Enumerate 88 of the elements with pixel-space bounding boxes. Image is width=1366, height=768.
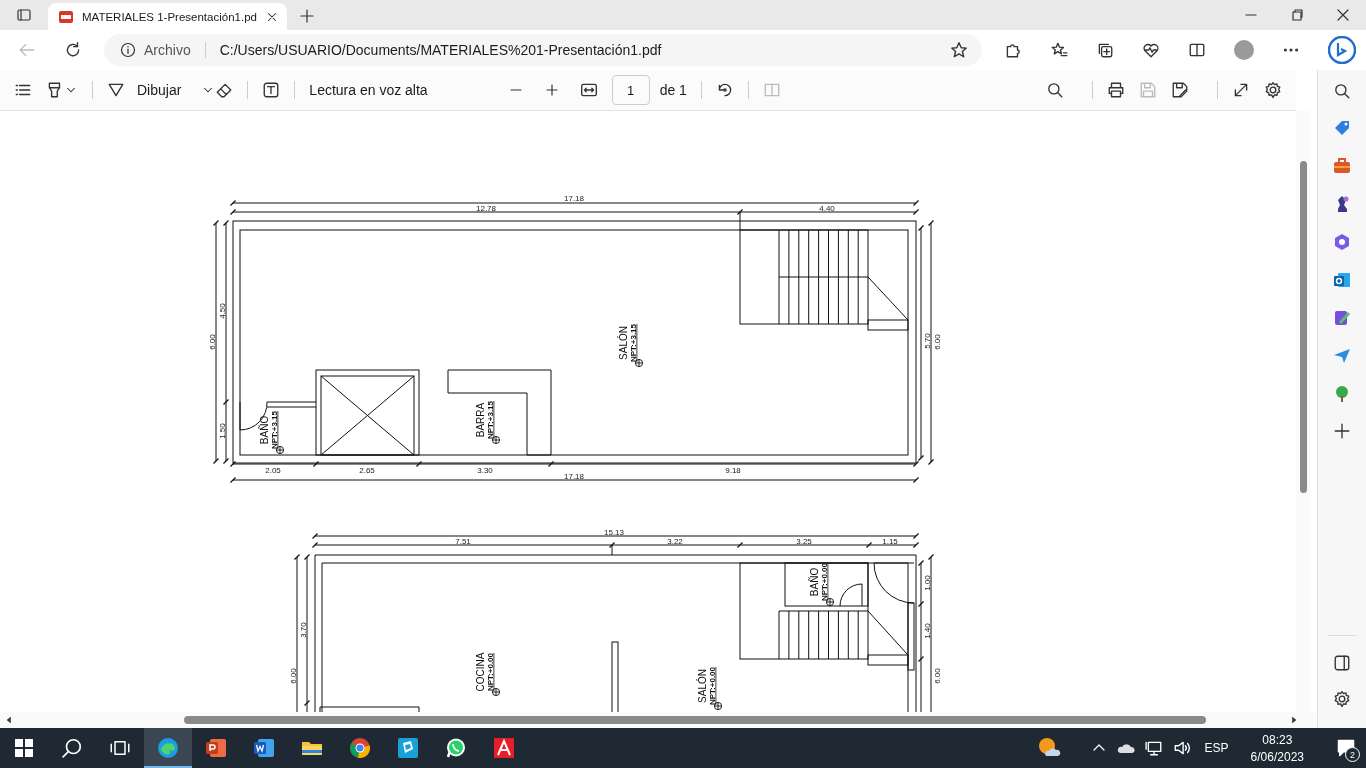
elevation-label: NPT:+0.00 (707, 667, 717, 705)
dimension-label: 9.18 (725, 465, 741, 475)
add-icon[interactable] (1333, 422, 1351, 440)
settings-icon[interactable] (1333, 690, 1351, 708)
sidebar-toggle-icon[interactable] (1333, 654, 1351, 672)
new-tab-icon[interactable] (299, 8, 315, 24)
room-label: BARRA (475, 402, 486, 438)
dimension-label: 12.78 (476, 203, 496, 213)
edge-app-icon[interactable] (144, 728, 192, 768)
mail-app-icon[interactable] (1332, 270, 1352, 290)
dimension-label: 4.40 (819, 203, 835, 213)
cloud-icon[interactable] (1116, 741, 1135, 755)
eraser-icon[interactable] (215, 81, 234, 99)
room-label: SALÓN (618, 326, 629, 360)
dimension-label: 2.05 (265, 465, 281, 475)
network-icon[interactable] (1144, 739, 1163, 757)
profile-avatar[interactable] (1234, 40, 1254, 60)
puzzle-icon[interactable] (1004, 41, 1022, 59)
dimension-label: 6.00 (289, 668, 298, 684)
collections-icon[interactable] (1096, 41, 1114, 59)
pen-icon[interactable] (107, 81, 125, 99)
search-icon[interactable] (1046, 81, 1064, 99)
file-scheme-label: Archivo (144, 42, 191, 58)
refresh-icon[interactable] (64, 41, 82, 59)
dimension-label: 6.00 (208, 334, 217, 350)
dimension-label: 3.30 (477, 465, 493, 475)
hexagon-icon[interactable] (1332, 232, 1352, 252)
pen-tool-icon[interactable] (1332, 308, 1352, 328)
tab-actions-icon[interactable] (16, 7, 32, 23)
language-indicator[interactable]: ESP (1200, 741, 1233, 755)
pdf-file-icon (58, 8, 74, 25)
browser-tab[interactable]: MATERIALES 1-Presentación1.pd (48, 3, 287, 30)
dimension-label: 1.40 (923, 623, 932, 639)
scroll-left-icon[interactable] (4, 715, 14, 725)
clock-time[interactable]: 08:23 (1262, 732, 1293, 747)
dimension-label: 3.25 (796, 536, 812, 546)
fit-width-icon[interactable] (579, 81, 598, 99)
dimension-label: 17.18 (564, 471, 584, 481)
room-label: BAÑO (809, 567, 820, 597)
dimension-label: 1.15 (882, 536, 898, 546)
read-aloud-button[interactable]: Lectura en voz alta (309, 82, 428, 98)
draw-button[interactable]: Dibujar (137, 82, 182, 98)
url-text: C:/Users/USUARIO/Documents/MATERIALES%201-Presentación1.pdf (219, 42, 663, 58)
elevation-label: NPT:+3.15 (628, 324, 638, 362)
settings-icon[interactable] (1264, 81, 1282, 99)
info-icon (120, 42, 136, 58)
scroll-right-icon[interactable] (1289, 715, 1299, 725)
bing-chat-icon[interactable] (1328, 36, 1356, 64)
dimension-label: 2.65 (359, 465, 375, 475)
elevation-label: NPT:+0.00 (485, 653, 495, 691)
star-icon[interactable] (950, 41, 968, 59)
print-icon[interactable] (1107, 81, 1125, 99)
elevation-label: NPT:+3.15 (485, 401, 495, 439)
dimension-label: 4.50 (218, 303, 227, 319)
dimension-label: 7.51 (455, 536, 471, 546)
address-field[interactable]: Archivo C:/Users/USUARIO/Documents/MATERIALES%201-Presentación1.pdf (104, 34, 982, 66)
scrollbar-thumb[interactable] (184, 716, 1206, 724)
task-view-icon[interactable] (110, 738, 130, 758)
elevation-label: NPT:+0.00 (819, 563, 829, 601)
save-as-icon[interactable] (1171, 81, 1189, 99)
dimension-label: 3.70 (299, 622, 308, 638)
page-number-field[interactable]: 1 (611, 75, 650, 105)
dimension-label: 15.13 (604, 527, 624, 537)
room-label: COCINA (475, 652, 486, 692)
dimension-label: 5.70 (923, 333, 932, 349)
room-label: BAÑO (259, 415, 270, 445)
split-screen-icon[interactable] (1188, 41, 1206, 59)
room-label: SALÓN (697, 669, 708, 703)
notification-count: 2 (1345, 747, 1360, 762)
dimension-label: 6.00 (933, 334, 942, 350)
heart-pulse-icon[interactable] (1142, 41, 1160, 59)
search-icon[interactable] (61, 737, 83, 759)
expand-icon[interactable] (1232, 81, 1250, 99)
scrollbar-thumb[interactable] (1300, 161, 1307, 493)
briefcase-icon[interactable] (1332, 156, 1352, 176)
dimension-label: 3.22 (667, 536, 683, 546)
elevation-label: NPT:+3.15 (269, 411, 279, 449)
dimension-label: 17.18 (564, 194, 584, 203)
dimension-label: 1.00 (923, 575, 932, 591)
dimension-label: 6.00 (933, 668, 942, 684)
windows-start-icon[interactable] (15, 739, 33, 757)
text-box-icon[interactable] (262, 81, 281, 99)
page-total-label: de 1 (659, 82, 687, 98)
favorites-icon[interactable] (1050, 41, 1068, 59)
search-icon[interactable] (1333, 82, 1351, 100)
clock-date[interactable]: 6/06/2023 (1250, 749, 1304, 764)
volume-icon[interactable] (1172, 739, 1191, 757)
dimension-label: 1.50 (218, 423, 227, 439)
